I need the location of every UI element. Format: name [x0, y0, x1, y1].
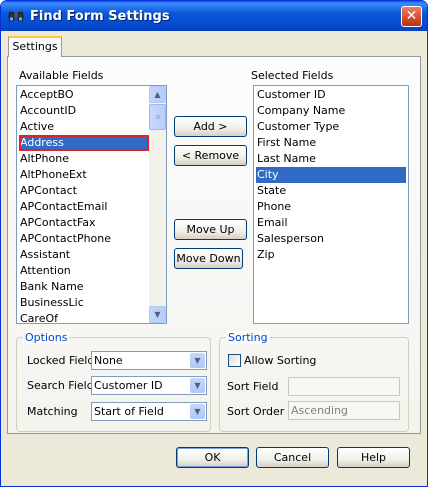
add-button[interactable]: Add > — [174, 116, 247, 137]
list-item[interactable]: APContact — [19, 183, 150, 199]
dropdown-button[interactable]: ▼ — [190, 378, 205, 393]
allow-sorting-label: Allow Sorting — [244, 354, 317, 367]
window-title: Find Form Settings — [30, 9, 170, 24]
list-item[interactable]: Salesperson — [256, 231, 407, 247]
list-item-selected[interactable]: Address — [19, 135, 149, 151]
list-item[interactable]: Last Name — [256, 151, 407, 167]
list-item[interactable]: Attention — [19, 263, 150, 279]
sort-order-label: Sort Order — [227, 405, 285, 418]
available-fields-label: Available Fields — [19, 69, 104, 82]
available-list-scrollbar[interactable]: ▲ ≡ ▼ — [149, 86, 166, 323]
tab-settings-label: Settings — [12, 40, 58, 53]
list-item[interactable]: Customer Type — [256, 119, 407, 135]
ok-button[interactable]: OK — [176, 447, 249, 468]
locked-field-label: Locked Field — [27, 354, 95, 367]
selected-fields-label: Selected Fields — [251, 69, 334, 82]
list-item[interactable]: Company Name — [256, 103, 407, 119]
list-item[interactable]: Active — [19, 119, 150, 135]
list-item[interactable]: AcceptBO — [19, 87, 150, 103]
scroll-up-button[interactable]: ▲ — [149, 86, 166, 103]
selected-fields-list[interactable]: Customer ID Company Name Customer Type F… — [253, 85, 409, 324]
chevron-down-icon: ▼ — [154, 310, 161, 319]
list-item[interactable]: APContactEmail — [19, 199, 150, 215]
cancel-button[interactable]: Cancel — [256, 447, 329, 468]
help-button[interactable]: Help — [337, 447, 410, 468]
options-group-title: Options — [23, 331, 70, 344]
chevron-down-icon: ▼ — [194, 356, 201, 365]
close-button[interactable]: ✕ — [401, 6, 422, 27]
grip-icon: ≡ — [155, 113, 161, 121]
search-field-value: Customer ID — [94, 379, 163, 392]
list-item[interactable]: APContactPhone — [19, 231, 150, 247]
chevron-up-icon: ▲ — [154, 90, 161, 99]
list-item[interactable]: Email — [256, 215, 407, 231]
matching-label: Matching — [27, 405, 78, 418]
list-item-selected[interactable]: City — [256, 167, 406, 183]
move-up-button[interactable]: Move Up — [174, 219, 247, 240]
list-item[interactable]: BusinessLic — [19, 295, 150, 311]
sort-field-input[interactable] — [288, 377, 400, 396]
move-down-button[interactable]: Move Down — [174, 248, 243, 269]
find-form-settings-window: Find Form Settings ✕ Settings Available … — [0, 0, 428, 487]
list-item[interactable]: Bank Name — [19, 279, 150, 295]
matching-select[interactable]: Start of Field ▼ — [91, 402, 207, 421]
close-icon: ✕ — [405, 8, 418, 24]
sort-order-value: Ascending — [291, 404, 349, 417]
list-item[interactable]: Assistant — [19, 247, 150, 263]
dropdown-button[interactable]: ▼ — [190, 404, 205, 419]
locked-field-select[interactable]: None ▼ — [91, 351, 207, 370]
list-item[interactable]: CareOf — [19, 311, 150, 323]
list-item[interactable]: APContactFax — [19, 215, 150, 231]
sorting-group-title: Sorting — [226, 331, 270, 344]
tab-settings[interactable]: Settings — [8, 36, 62, 57]
dropdown-button[interactable]: ▼ — [190, 353, 205, 368]
binoculars-icon — [8, 11, 24, 22]
locked-field-value: None — [94, 354, 123, 367]
list-item[interactable]: First Name — [256, 135, 407, 151]
list-item[interactable]: Zip — [256, 247, 407, 263]
remove-button[interactable]: < Remove — [174, 145, 247, 166]
sort-order-input[interactable]: Ascending — [288, 401, 400, 420]
search-field-label: Search Field — [27, 379, 94, 392]
list-item[interactable]: Phone — [256, 199, 407, 215]
matching-value: Start of Field — [94, 405, 164, 418]
list-item[interactable]: AltPhoneExt — [19, 167, 150, 183]
chevron-down-icon: ▼ — [194, 407, 201, 416]
sort-field-label: Sort Field — [227, 380, 279, 393]
scroll-thumb[interactable]: ≡ — [149, 104, 166, 130]
list-item[interactable]: State — [256, 183, 407, 199]
scroll-down-button[interactable]: ▼ — [149, 306, 166, 323]
title-bar[interactable]: Find Form Settings ✕ — [1, 1, 427, 31]
allow-sorting-checkbox[interactable] — [228, 354, 241, 367]
list-item[interactable]: Customer ID — [256, 87, 407, 103]
chevron-down-icon: ▼ — [194, 381, 201, 390]
list-item[interactable]: AltPhone — [19, 151, 150, 167]
list-item[interactable]: AccountID — [19, 103, 150, 119]
available-fields-list[interactable]: AcceptBO AccountID Active Address AltPho… — [16, 85, 167, 324]
search-field-select[interactable]: Customer ID ▼ — [91, 376, 207, 395]
